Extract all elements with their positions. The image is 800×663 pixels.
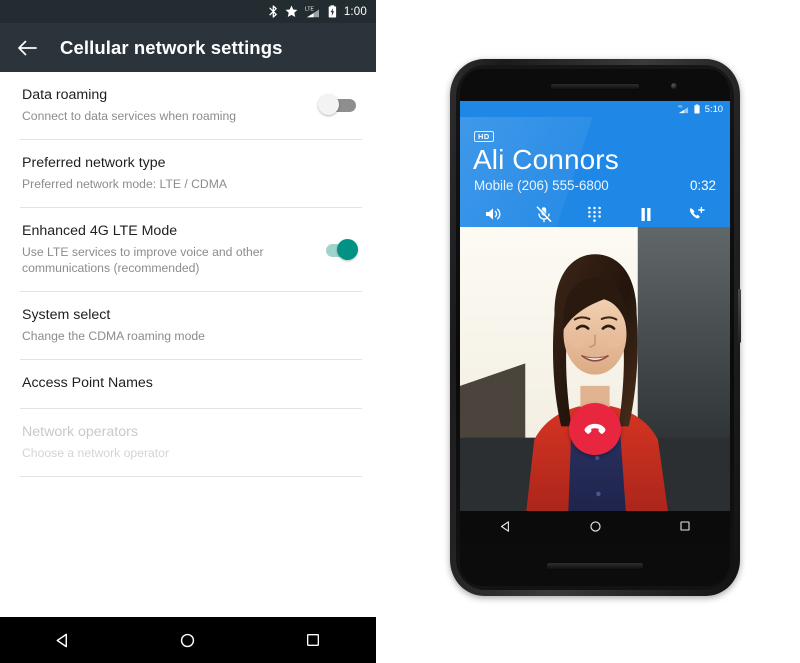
front-camera-icon bbox=[671, 83, 677, 89]
earpiece-speaker bbox=[550, 83, 640, 90]
caller-number: Mobile (206) 555-6800 bbox=[474, 178, 609, 194]
status-bar: LTE 1:00 bbox=[0, 0, 376, 23]
setting-subtitle: Change the CDMA roaming mode bbox=[22, 328, 205, 343]
setting-subtitle: Connect to data services when roaming bbox=[22, 108, 237, 123]
setting-texts: Enhanced 4G LTE Mode Use LTE services to… bbox=[22, 223, 306, 276]
add-call-icon[interactable] bbox=[684, 203, 710, 225]
end-call-button[interactable] bbox=[569, 402, 621, 455]
nav-back-icon[interactable] bbox=[485, 520, 525, 533]
nav-recents-icon[interactable] bbox=[665, 520, 705, 532]
phone-mockup: 4G 5:10 HD Ali Connors Mobile (206) 555-… bbox=[450, 59, 741, 596]
android-settings-screenshot: LTE 1:00 Cellular network settings Data … bbox=[0, 0, 376, 663]
caller-name: Ali Connors bbox=[473, 143, 619, 175]
nav-recents-icon[interactable] bbox=[286, 632, 340, 648]
setting-texts: Preferred network type Preferred network… bbox=[22, 155, 358, 192]
status-bar-clock: 1:00 bbox=[343, 5, 367, 18]
call-actions-row bbox=[460, 193, 730, 226]
setting-texts: Access Point Names bbox=[22, 375, 358, 393]
app-bar: Cellular network settings bbox=[0, 23, 376, 72]
setting-row-data-roaming[interactable]: Data roaming Connect to data services wh… bbox=[0, 72, 376, 139]
phone-status-bar: 4G 5:10 bbox=[460, 101, 730, 117]
back-arrow-icon[interactable] bbox=[16, 37, 38, 59]
mic-muted-icon[interactable] bbox=[531, 203, 557, 225]
call-header: HD Ali Connors Mobile (206) 555-6800 0:3… bbox=[460, 116, 730, 227]
divider bbox=[20, 475, 362, 477]
setting-title: Access Point Names bbox=[22, 375, 153, 392]
switch-thumb bbox=[337, 238, 358, 260]
setting-row-preferred-network-type[interactable]: Preferred network type Preferred network… bbox=[0, 140, 376, 207]
caller-info-row: Mobile (206) 555-6800 0:32 bbox=[474, 178, 716, 193]
lte-signal-icon: LTE bbox=[305, 5, 321, 18]
call-timer: 0:32 bbox=[689, 178, 716, 194]
speaker-icon[interactable] bbox=[480, 203, 506, 225]
switch-thumb bbox=[318, 94, 339, 116]
svg-text:4G: 4G bbox=[678, 104, 683, 108]
setting-subtitle: Choose a network operator bbox=[22, 445, 170, 460]
setting-row-enhanced-4g-lte-mode[interactable]: Enhanced 4G LTE Mode Use LTE services to… bbox=[0, 208, 376, 291]
pause-icon[interactable] bbox=[633, 203, 659, 225]
setting-title: Preferred network type bbox=[22, 154, 166, 171]
setting-title: Data roaming bbox=[22, 87, 108, 103]
caller-photo bbox=[460, 226, 730, 511]
setting-texts: System select Change the CDMA roaming mo… bbox=[22, 307, 358, 344]
dialpad-icon[interactable] bbox=[582, 203, 608, 225]
status-bar-icons: LTE 1:00 bbox=[269, 5, 367, 18]
bottom-speaker bbox=[546, 562, 644, 570]
nav-home-icon[interactable] bbox=[575, 520, 615, 533]
svg-text:LTE: LTE bbox=[305, 7, 314, 13]
setting-subtitle: Preferred network mode: LTE / CDMA bbox=[22, 176, 227, 191]
caller-photo-image bbox=[460, 226, 730, 511]
setting-subtitle: Use LTE services to improve voice and ot… bbox=[22, 244, 264, 275]
battery-charging-icon bbox=[328, 5, 337, 18]
setting-title: Enhanced 4G LTE Mode bbox=[22, 222, 178, 239]
bluetooth-icon bbox=[269, 5, 278, 18]
setting-title: System select bbox=[22, 307, 111, 324]
end-call-icon bbox=[584, 423, 606, 434]
page-title: Cellular network settings bbox=[60, 36, 283, 58]
setting-texts: Data roaming Connect to data services wh… bbox=[22, 87, 306, 124]
signal-icon: 4G bbox=[678, 104, 689, 114]
battery-icon bbox=[694, 104, 700, 114]
phone-glass: 4G 5:10 HD Ali Connors Mobile (206) 555-… bbox=[460, 69, 730, 586]
settings-list: Data roaming Connect to data services wh… bbox=[0, 72, 376, 477]
hd-badge: HD bbox=[474, 130, 494, 143]
nav-home-icon[interactable] bbox=[161, 632, 215, 649]
system-nav-bar bbox=[0, 617, 376, 663]
star-icon bbox=[285, 5, 298, 18]
setting-title: Network operators bbox=[22, 423, 138, 440]
data-roaming-switch[interactable] bbox=[318, 94, 358, 116]
setting-row-network-operators: Network operators Choose a network opera… bbox=[0, 409, 376, 476]
setting-row-system-select[interactable]: System select Change the CDMA roaming mo… bbox=[0, 292, 376, 359]
enhanced-4g-lte-switch[interactable] bbox=[318, 238, 358, 261]
power-button[interactable] bbox=[738, 289, 741, 343]
phone-clock: 5:10 bbox=[704, 103, 723, 115]
setting-row-access-point-names[interactable]: Access Point Names bbox=[0, 360, 376, 408]
nav-back-icon[interactable] bbox=[36, 632, 90, 649]
phone-nav-bar bbox=[460, 510, 730, 542]
phone-screen: 4G 5:10 HD Ali Connors Mobile (206) 555-… bbox=[460, 101, 730, 542]
setting-texts: Network operators Choose a network opera… bbox=[22, 424, 358, 461]
screenshot-root: LTE 1:00 Cellular network settings Data … bbox=[0, 0, 800, 663]
